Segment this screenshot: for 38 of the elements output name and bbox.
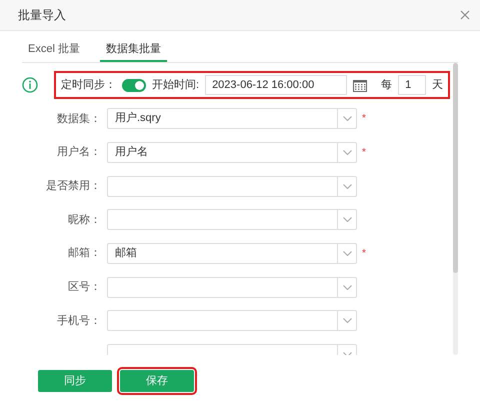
dialog-title: 批量导入 bbox=[18, 7, 66, 24]
tab[interactable]: 数据集批量 bbox=[100, 38, 167, 62]
required-mark: * bbox=[362, 148, 366, 158]
field-label: 区号： bbox=[67, 280, 102, 296]
required-mark: * bbox=[362, 114, 366, 124]
select-field[interactable] bbox=[107, 276, 357, 298]
toggle-switch[interactable] bbox=[122, 78, 146, 92]
field-label: 定时同步： bbox=[61, 78, 116, 93]
select-field[interactable] bbox=[107, 310, 357, 332]
close-button[interactable] bbox=[458, 8, 472, 22]
field-label: 昵称： bbox=[67, 212, 102, 228]
field-label: 手机号： bbox=[56, 314, 102, 329]
chevron-down-icon bbox=[342, 116, 352, 122]
calendar-icon[interactable] bbox=[353, 78, 368, 92]
select-field[interactable]: 邮箱 bbox=[107, 243, 357, 264]
tab[interactable]: Excel 批量 bbox=[22, 38, 86, 62]
datetime-field[interactable]: 2023-06-12 16:00:00 bbox=[205, 75, 348, 95]
chevron-down-icon bbox=[342, 150, 352, 156]
chevron-down-icon bbox=[342, 184, 352, 189]
chevron-down-icon bbox=[342, 217, 352, 222]
field-label: 每 bbox=[381, 78, 392, 93]
field-label: 是否禁用： bbox=[45, 178, 102, 194]
info-icon bbox=[22, 77, 38, 93]
chevron-down-icon bbox=[342, 318, 352, 324]
required-mark: * bbox=[362, 248, 366, 259]
field-label: 数据集： bbox=[56, 112, 102, 127]
scrollbar[interactable] bbox=[453, 63, 458, 355]
chevron-down-icon bbox=[342, 284, 352, 290]
field-label: 邮箱： bbox=[67, 246, 102, 262]
unit-label: 天 bbox=[432, 78, 444, 93]
select-field[interactable]: 用户名 bbox=[107, 142, 357, 164]
chevron-down-icon bbox=[342, 251, 352, 256]
select-field[interactable] bbox=[107, 176, 357, 197]
select-field[interactable] bbox=[107, 209, 357, 230]
field-label: 用户名： bbox=[56, 144, 102, 160]
select-field[interactable]: 用户.sqry bbox=[107, 108, 357, 130]
field-label: 开始时间: bbox=[152, 78, 200, 93]
number-field[interactable]: 1 bbox=[398, 75, 426, 95]
